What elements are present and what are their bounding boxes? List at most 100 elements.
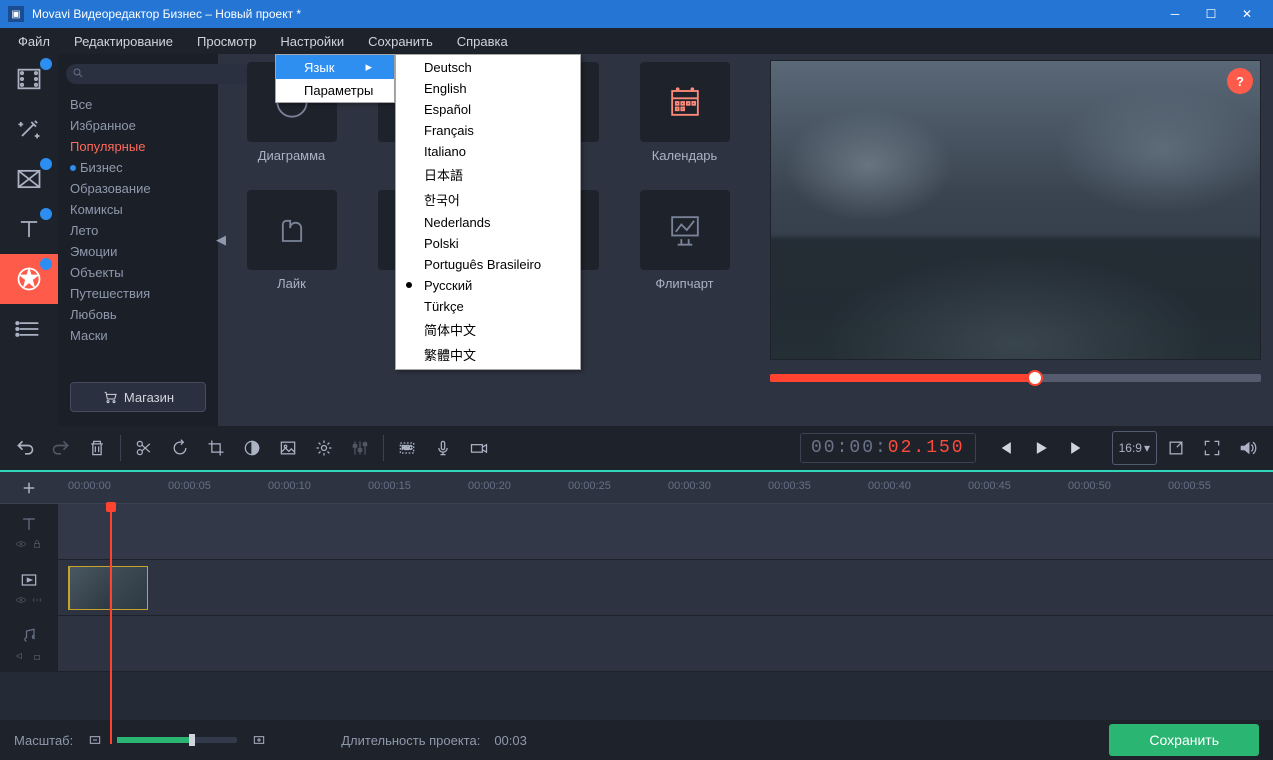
category-item[interactable]: Объекты: [58, 262, 218, 283]
shop-button[interactable]: Магазин: [70, 382, 206, 412]
grid-item[interactable]: Календарь: [623, 62, 746, 182]
split-button[interactable]: [127, 431, 161, 465]
menu-save[interactable]: Сохранить: [356, 30, 445, 53]
zoom-slider[interactable]: [117, 737, 237, 743]
language-option[interactable]: 日本語: [396, 162, 580, 187]
tool-more[interactable]: [0, 304, 58, 354]
track-body[interactable]: [58, 616, 1273, 671]
redo-button[interactable]: [44, 431, 78, 465]
volume-button[interactable]: [1231, 431, 1265, 465]
preview-scrubber[interactable]: [770, 374, 1261, 382]
scrubber-knob[interactable]: [1027, 370, 1043, 386]
language-option[interactable]: Español: [396, 99, 580, 120]
play-button[interactable]: [1024, 431, 1058, 465]
category-item[interactable]: Образование: [58, 178, 218, 199]
language-option[interactable]: Polski: [396, 233, 580, 254]
grid-item[interactable]: Флипчарт: [623, 190, 746, 310]
track-head-titles[interactable]: [0, 504, 58, 559]
zoom-out-icon[interactable]: [87, 732, 103, 748]
eye-icon[interactable]: [15, 538, 27, 550]
mic-button[interactable]: [426, 431, 460, 465]
track-head-video[interactable]: [0, 560, 58, 615]
track-titles: [0, 504, 1273, 560]
menu-help[interactable]: Справка: [445, 30, 520, 53]
category-item[interactable]: Бизнес: [58, 157, 218, 178]
language-option[interactable]: Português Brasileiro: [396, 254, 580, 275]
zoom-in-icon[interactable]: [251, 732, 267, 748]
fullscreen-button[interactable]: [1195, 431, 1229, 465]
category-item[interactable]: Все: [58, 94, 218, 115]
tool-import[interactable]: [0, 54, 58, 104]
mute-icon[interactable]: [15, 650, 27, 662]
next-button[interactable]: [1060, 431, 1094, 465]
menu-view[interactable]: Просмотр: [185, 30, 268, 53]
tool-filters[interactable]: [0, 104, 58, 154]
language-option[interactable]: 繁體中文: [396, 342, 580, 367]
track-head-audio[interactable]: [0, 616, 58, 671]
category-item[interactable]: Лето: [58, 220, 218, 241]
maximize-button[interactable]: ☐: [1193, 0, 1229, 28]
language-option[interactable]: 한국어: [396, 187, 580, 212]
aspect-ratio-button[interactable]: 16:9 ▾: [1112, 431, 1157, 465]
category-item[interactable]: Комиксы: [58, 199, 218, 220]
track-body[interactable]: [58, 560, 1273, 615]
category-item[interactable]: Маски: [58, 325, 218, 346]
settings-language[interactable]: Язык ▸: [276, 55, 394, 79]
settings-dropdown: Язык ▸ Параметры: [275, 54, 395, 103]
settings-parameters[interactable]: Параметры: [276, 79, 394, 102]
ruler-tick: 00:00:55: [1168, 480, 1211, 492]
menu-settings[interactable]: Настройки: [268, 30, 356, 53]
popout-button[interactable]: [1159, 431, 1193, 465]
language-option[interactable]: Türkçe: [396, 296, 580, 317]
category-item[interactable]: Любовь: [58, 304, 218, 325]
badge-icon: [40, 258, 52, 270]
menu-file[interactable]: Файл: [6, 30, 62, 53]
record-button[interactable]: REC: [390, 431, 424, 465]
track-body[interactable]: [58, 504, 1273, 559]
save-button[interactable]: Сохранить: [1109, 724, 1259, 756]
help-button[interactable]: ?: [1227, 68, 1253, 94]
language-option[interactable]: English: [396, 78, 580, 99]
preview-video[interactable]: [770, 60, 1261, 360]
timeline-ruler[interactable]: 00:00:0000:00:0500:00:1000:00:1500:00:20…: [58, 472, 1273, 503]
category-item[interactable]: Избранное: [58, 115, 218, 136]
clip-props-button[interactable]: [307, 431, 341, 465]
lock-icon[interactable]: [31, 538, 43, 550]
collapse-handle-icon[interactable]: ◀: [216, 232, 226, 248]
color-button[interactable]: [235, 431, 269, 465]
video-clip[interactable]: [68, 566, 148, 610]
tool-transitions[interactable]: [0, 154, 58, 204]
link-icon[interactable]: [31, 594, 43, 606]
language-option[interactable]: Français: [396, 120, 580, 141]
category-item[interactable]: Популярные: [58, 136, 218, 157]
close-button[interactable]: ✕: [1229, 0, 1265, 28]
grid-item[interactable]: Лайк: [230, 190, 353, 310]
language-option[interactable]: 简体中文: [396, 317, 580, 342]
minimize-button[interactable]: ─: [1157, 0, 1193, 28]
category-label: Комиксы: [70, 202, 123, 217]
camera-button[interactable]: [462, 431, 496, 465]
tool-titles[interactable]: [0, 204, 58, 254]
lock-icon[interactable]: [31, 650, 43, 662]
category-item[interactable]: Путешествия: [58, 283, 218, 304]
undo-button[interactable]: [8, 431, 42, 465]
eye-icon[interactable]: [15, 594, 27, 606]
tool-stickers[interactable]: [0, 254, 58, 304]
language-option[interactable]: Nederlands: [396, 212, 580, 233]
prev-button[interactable]: [988, 431, 1022, 465]
category-item[interactable]: Эмоции: [58, 241, 218, 262]
rotate-button[interactable]: [163, 431, 197, 465]
track-video: [0, 560, 1273, 616]
language-option[interactable]: Italiano: [396, 141, 580, 162]
image-button[interactable]: [271, 431, 305, 465]
playhead[interactable]: [110, 504, 112, 744]
menu-edit[interactable]: Редактирование: [62, 30, 185, 53]
delete-button[interactable]: [80, 431, 114, 465]
language-option[interactable]: Deutsch: [396, 57, 580, 78]
search-icon: [72, 67, 84, 79]
add-track-button[interactable]: [0, 472, 58, 503]
language-option[interactable]: Русский: [396, 275, 580, 296]
crop-button[interactable]: [199, 431, 233, 465]
video-icon: [19, 570, 39, 590]
equalizer-button[interactable]: [343, 431, 377, 465]
